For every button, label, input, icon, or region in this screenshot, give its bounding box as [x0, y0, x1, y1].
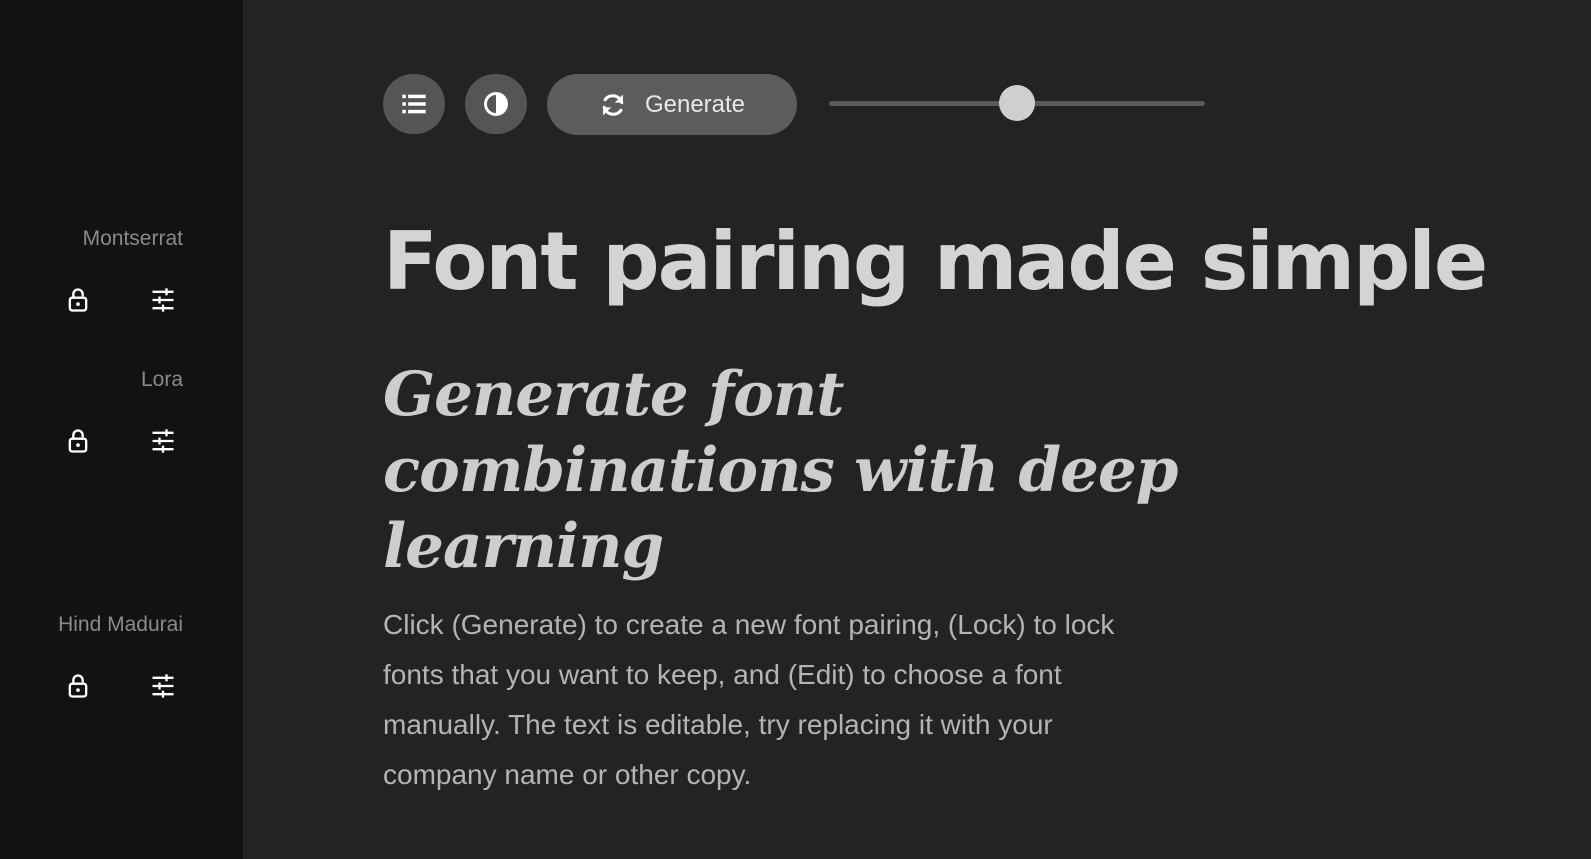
subheading-text[interactable]: Generate font combinations with deep lea…: [383, 357, 1243, 585]
unlock-icon: [68, 674, 88, 698]
list-button[interactable]: [383, 74, 445, 134]
font-name-subheading: Lora: [140, 368, 183, 391]
lock-button-heading[interactable]: [61, 283, 95, 317]
unlock-icon: [68, 429, 88, 453]
creativity-slider[interactable]: [829, 84, 1205, 124]
lock-button-body[interactable]: [61, 669, 95, 703]
lock-button-subheading[interactable]: [61, 424, 95, 458]
sliders-icon: [152, 429, 174, 453]
app-window: Montserrat Lora Hind Madurai Generate Fo…: [0, 0, 1591, 859]
list-icon: [402, 94, 426, 114]
headline-text[interactable]: Font pairing made simple: [383, 212, 1488, 312]
refresh-icon: [602, 93, 624, 116]
unlock-icon: [68, 288, 88, 312]
font-name-heading: Montserrat: [82, 227, 183, 250]
font-name-body: Hind Madurai: [58, 613, 183, 636]
slider-thumb[interactable]: [999, 85, 1035, 121]
edit-button-heading[interactable]: [146, 283, 180, 317]
contrast-toggle-button[interactable]: [465, 74, 527, 134]
edit-button-subheading[interactable]: [146, 424, 180, 458]
edit-button-body[interactable]: [146, 669, 180, 703]
generate-button[interactable]: Generate: [547, 74, 797, 135]
body-text[interactable]: Click (Generate) to create a new font pa…: [383, 600, 1123, 800]
contrast-icon: [484, 92, 508, 116]
generate-label: Generate: [644, 90, 746, 118]
font-sidebar: Montserrat Lora Hind Madurai: [0, 0, 243, 859]
sliders-icon: [152, 674, 174, 698]
sliders-icon: [152, 288, 174, 312]
